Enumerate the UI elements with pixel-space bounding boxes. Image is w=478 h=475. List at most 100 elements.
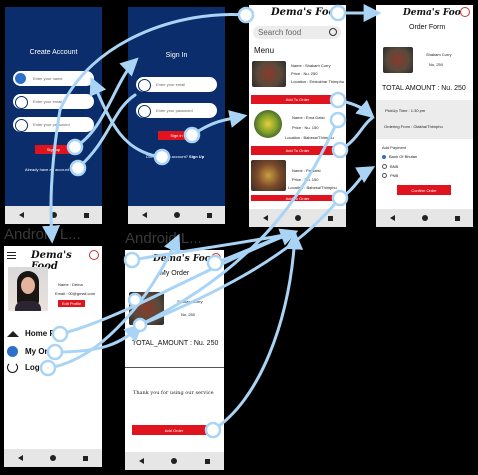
profile-email: Email : 00@gmail.com [55, 291, 96, 296]
link-add-order-to-menu [211, 231, 304, 432]
divider [125, 367, 224, 368]
radio-icon[interactable] [382, 164, 387, 169]
add-order-button[interactable]: Add Order [132, 425, 216, 435]
recents-icon[interactable] [327, 215, 333, 221]
thank-you-message: Thank you for using our service [133, 390, 214, 396]
order-details-panel [376, 100, 473, 139]
back-icon[interactable] [389, 215, 395, 221]
back-icon[interactable] [262, 215, 268, 221]
menu-screen: Dema's Food Search food Menu Name : Shak… [249, 5, 346, 227]
back-icon[interactable] [17, 455, 23, 461]
home-icon[interactable] [421, 215, 428, 221]
sign-in-button[interactable]: Sign in [158, 131, 195, 140]
home-icon[interactable] [294, 215, 301, 221]
confirm-order-button[interactable]: Confirm Order [397, 185, 451, 195]
brand-logo-icon [460, 7, 470, 17]
back-icon[interactable] [138, 458, 144, 464]
item-name: Name : Shakam Curry [291, 63, 331, 68]
system-nav-bar [5, 206, 102, 224]
signin-email-field[interactable]: Enter your email [136, 77, 217, 92]
brand-logo-text: Dema's Food [403, 8, 468, 18]
recents-icon[interactable] [205, 458, 211, 464]
hamburger-icon[interactable] [7, 252, 16, 259]
payment-option-bnb[interactable]: BNB [382, 164, 398, 169]
login-link[interactable]: Already have an account? Login [5, 167, 102, 172]
nav-my-order[interactable]: My Order [7, 346, 60, 357]
order-form-title: Order Form [409, 24, 446, 31]
brand-logo-text: Dema's Food [153, 254, 218, 264]
shakam-curry-image [252, 61, 286, 87]
recents-icon[interactable] [83, 212, 89, 218]
lock-icon [138, 105, 151, 118]
item-name: Name : Ema Datsi [292, 115, 325, 120]
brand-logo-icon [331, 7, 341, 17]
lock-icon [15, 119, 28, 132]
email-field[interactable]: Enter your email [13, 94, 94, 109]
shakam-curry-image [383, 47, 413, 73]
sign-in-title: Sign In [165, 52, 188, 59]
order-form-screen: Dema's Food Order Form Shakam Curry Nu. … [376, 5, 473, 227]
create-account-title: Create Account [29, 49, 78, 56]
item-location: Location : Babesa/Thimphu [288, 185, 337, 190]
signin-password-field[interactable]: Enter your password [136, 103, 217, 118]
nav-logout[interactable]: LogOut [7, 362, 53, 373]
item-price: Price : Nu. 150 [292, 177, 319, 182]
search-input[interactable]: Search food [253, 26, 341, 39]
home-icon[interactable] [49, 455, 56, 461]
profile-screen: Dema's Food Name : Dema Email : 00@gmail… [4, 246, 102, 467]
order-item-name: Shakam Curry [426, 52, 452, 57]
item-location: Location : Emkokhar Thimphu [291, 79, 345, 84]
sign-up-link[interactable]: Sign Up [189, 154, 204, 159]
nav-home[interactable]: Home Page [7, 329, 69, 338]
avatar [8, 267, 48, 311]
system-nav-bar [4, 449, 102, 467]
back-icon[interactable] [141, 212, 147, 218]
system-nav-bar [125, 452, 224, 470]
mail-icon [15, 96, 28, 109]
brand-logo-icon [89, 250, 99, 260]
radio-selected-icon[interactable] [382, 154, 386, 159]
home-icon[interactable] [173, 212, 180, 218]
frame-label-profile: Android L... [4, 226, 81, 243]
back-icon[interactable] [18, 212, 24, 218]
power-icon [7, 362, 18, 373]
item-price: Price : Nu. 250 [291, 71, 318, 76]
search-icon[interactable] [329, 28, 337, 36]
password-field[interactable]: Enter your password [13, 117, 94, 132]
ordering-from: Ordering From : Olakha/Thimphu [384, 124, 443, 129]
payment-option-bob[interactable]: Bank Of Bhutan [382, 154, 417, 159]
system-nav-bar [249, 209, 346, 227]
home-icon[interactable] [50, 212, 57, 218]
order-icon [7, 346, 18, 357]
ema-datsi-image [254, 110, 282, 138]
home-icon[interactable] [171, 458, 178, 464]
house-icon [7, 330, 19, 337]
add-to-order-button[interactable]: Add To Order [251, 195, 344, 201]
user-icon [138, 79, 151, 92]
item-name: Name : Pa datsi [292, 168, 321, 173]
profile-name: Name : Dema [58, 282, 83, 287]
pickup-time: PickUp Time : 1:30 pm [385, 108, 426, 113]
create-account-screen: Create Account Enter your name Enter you… [5, 7, 102, 224]
menu-title: Menu [254, 46, 275, 55]
add-to-order-button[interactable]: Add To Order [251, 95, 344, 104]
order-item-price: Nu. 250 [429, 62, 444, 67]
my-order-screen: Dema's Food My Order Shakam Curry Nu. 25… [125, 250, 224, 470]
recents-icon[interactable] [206, 212, 212, 218]
recents-icon[interactable] [454, 215, 460, 221]
item-location: Location : Babesa/Thimphu [285, 135, 334, 140]
user-icon [15, 73, 26, 84]
frame-label-thankyou: Android L... [125, 230, 202, 247]
edit-profile-button[interactable]: Edit Profile [58, 300, 85, 307]
item-price: Price : Nu. 150 [292, 125, 319, 130]
payment-option-pnb[interactable]: PNB [382, 173, 398, 178]
order-total: TOTAL AMOUNT : Nu. 250 [382, 85, 466, 92]
recents-icon[interactable] [83, 455, 89, 461]
add-to-order-button[interactable]: Add To Order [251, 146, 344, 155]
sign-in-screen: Sign In Enter your email Enter your pass… [128, 7, 225, 224]
my-order-item-price: Nu. 250 [181, 312, 196, 317]
sign-up-button[interactable]: Sign up [35, 145, 72, 154]
name-field[interactable]: Enter your name [13, 71, 94, 86]
link-thankyou-logo [213, 231, 292, 265]
radio-icon[interactable] [382, 173, 387, 178]
